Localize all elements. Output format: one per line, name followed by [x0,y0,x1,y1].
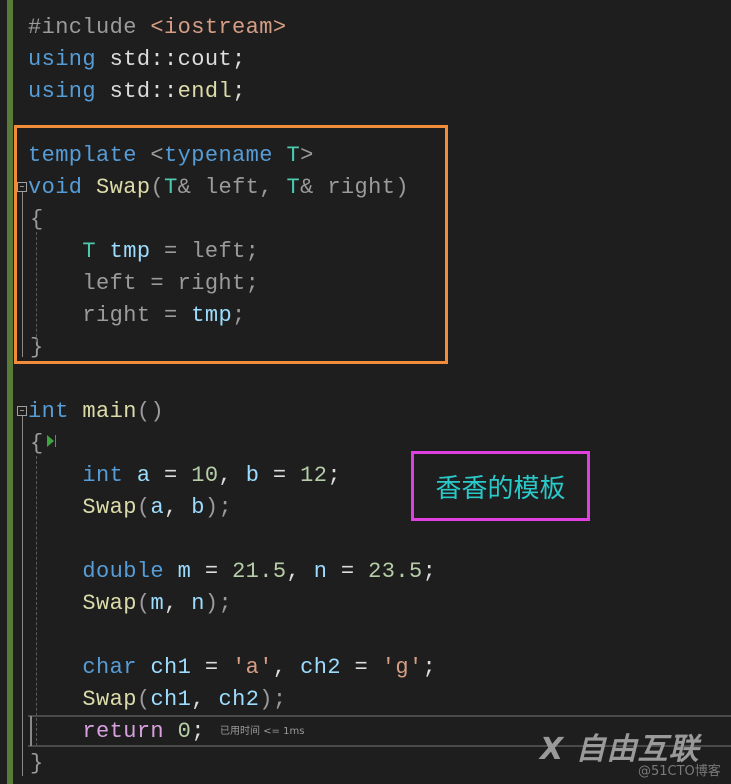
watermark-sub: @51CTO博客 [638,764,721,779]
code-token: double [82,559,165,584]
code-line[interactable]: Swap(ch1, ch2); [28,684,287,716]
code-token: = [259,463,301,488]
code-token: n [191,591,205,616]
code-token: = [191,655,233,680]
caret-marker [30,716,32,746]
code-token: Swap [82,687,137,712]
code-token: b [245,463,260,488]
code-token: ); [204,591,233,616]
code-token: , [164,495,192,520]
code-line[interactable]: using std::endl; [28,76,246,108]
code-token: , [272,655,301,680]
code-line[interactable]: Swap(m, n); [28,588,232,620]
code-token: } [30,751,44,776]
code-line[interactable]: using std::cout; [28,44,246,76]
code-token: char [82,655,137,680]
code-token: #include [28,15,151,40]
code-token: ( [136,591,151,616]
code-token: , [191,687,219,712]
code-token: 'g' [381,655,423,680]
code-token: ch1 [150,655,192,680]
code-token: ); [204,495,233,520]
template-highlight-box [14,125,448,364]
indent-guide-main [36,456,37,746]
code-token: ch1 [150,687,192,712]
code-token: ch2 [218,687,260,712]
code-token: ( [136,687,151,712]
code-token: int [28,399,69,424]
collapse-main-icon[interactable]: − [17,406,27,416]
code-token: n [313,559,328,584]
code-token: ( [136,495,151,520]
annotation-note: 香香的模板 [435,473,566,504]
code-token: () [136,399,165,424]
code-token: ; [422,655,437,680]
code-token: m [177,559,192,584]
code-token: int [82,463,124,488]
code-token: 23.5 [368,559,423,584]
code-token: ch2 [300,655,341,680]
code-token: m [150,591,165,616]
code-token: 21.5 [232,559,287,584]
code-line[interactable]: char ch1 = 'a', ch2 = 'g'; [28,652,436,684]
annotation-box: 香香的模板 [411,451,590,521]
code-line[interactable]: int a = 10, b = 12; [28,460,341,492]
change-tracking-bar [7,0,13,784]
code-token: endl [177,79,233,104]
code-token: a [136,463,151,488]
code-token: Swap [82,495,137,520]
code-token: std:: [96,79,178,104]
code-token: <iostream> [150,15,287,40]
code-token: using [28,47,97,72]
fold-line-main [22,416,23,776]
code-token: 'a' [232,655,273,680]
watermark: X 自由互联 @51CTO博客 [540,724,721,779]
elapsed-time-hint: 已用时间 <= 1ms [220,726,305,737]
code-token: using [28,79,97,104]
code-token: { [30,431,44,456]
code-token: 12 [300,463,328,488]
code-token: = [340,655,382,680]
code-token: ; [422,559,437,584]
code-token: 10 [191,463,219,488]
code-line[interactable]: Swap(a, b); [28,492,232,524]
run-to-cursor-icon[interactable] [47,435,54,447]
code-token: a [150,495,165,520]
code-token: b [191,495,205,520]
code-token: main [82,399,137,424]
code-token: std::cout; [96,47,246,72]
run-to-cursor-bar [55,435,56,447]
code-token: ); [259,687,287,712]
code-line[interactable]: double m = 21.5, n = 23.5; [28,556,436,588]
code-token: = [191,559,233,584]
code-token: , [164,591,192,616]
code-token: ; [327,463,341,488]
code-line[interactable]: int main() [28,396,164,428]
code-token: Swap [82,591,137,616]
code-token: ; [232,79,246,104]
code-token: = [327,559,369,584]
code-token: , [286,559,314,584]
code-line[interactable]: #include <iostream> [28,12,286,44]
code-token: , [218,463,246,488]
code-token: = [150,463,192,488]
code-line[interactable]: } [30,748,44,780]
